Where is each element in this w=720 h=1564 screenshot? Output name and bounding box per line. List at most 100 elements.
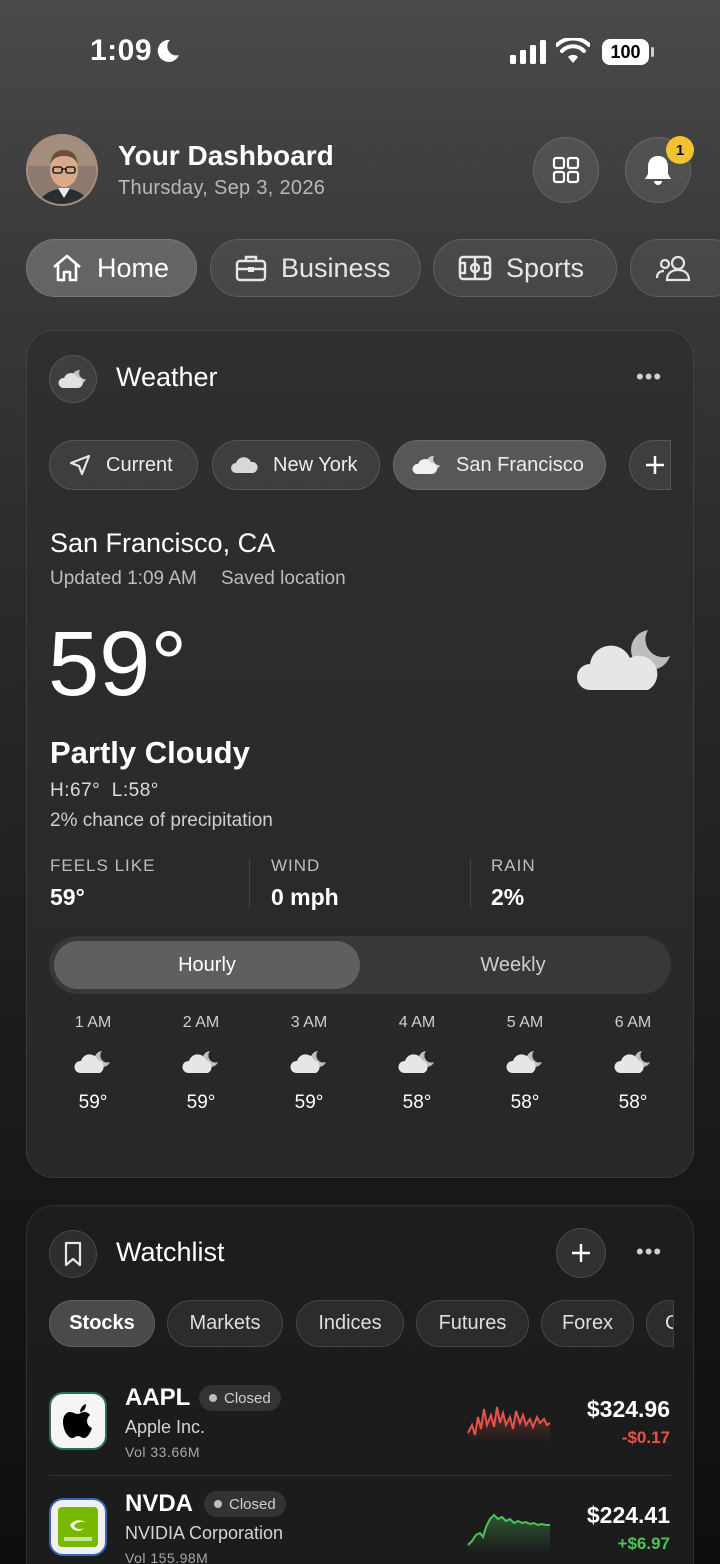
notification-badge: 1 (666, 136, 694, 164)
header-date: Thursday, Sep 3, 2026 (118, 177, 326, 199)
tab-people[interactable] (630, 239, 720, 297)
cellular-signal-icon (510, 40, 546, 64)
hour-temp: 59° (186, 1092, 216, 1113)
status-bar: 1:09 100 (0, 0, 720, 105)
hour-temp: 59° (78, 1092, 108, 1113)
apple-logo-icon (63, 1404, 92, 1438)
market-status-badge: Closed (204, 1491, 286, 1517)
saved-location-label: Saved location (221, 568, 346, 589)
wifi-icon (556, 38, 590, 63)
divider (49, 1475, 671, 1476)
market-status-text: Closed (229, 1495, 276, 1513)
nvda-logo (49, 1498, 107, 1556)
hourly-item: 2 AM 59° (156, 1014, 246, 1114)
location-arrow-icon (69, 454, 91, 476)
tab-business[interactable]: Business (210, 239, 421, 297)
feels-like-label: FEELS LIKE (50, 856, 156, 875)
hourly-item: 6 AM 58° (588, 1014, 678, 1114)
hourly-item: 3 AM 59° (264, 1014, 354, 1114)
cloud-icon (231, 457, 258, 473)
grid-icon (552, 156, 580, 184)
watchlist-tab-markets[interactable]: Markets (167, 1300, 283, 1347)
moon-icon (157, 39, 179, 62)
avatar-image (28, 136, 96, 204)
stock-volume: Vol 155.98M (125, 1550, 209, 1564)
watchlist-tab-forex[interactable]: Forex (541, 1300, 634, 1347)
field-icon (458, 255, 492, 281)
tab-label: Sports (506, 252, 585, 283)
add-location-button[interactable] (629, 440, 671, 490)
weather-condition: Partly Cloudy (50, 735, 250, 770)
partly-cloudy-night-icon (577, 630, 670, 690)
tab-sports[interactable]: Sports (433, 239, 617, 297)
current-temperature: 59° (48, 613, 188, 715)
partly-cloudy-night-icon (398, 1051, 434, 1073)
hour-label: 5 AM (506, 1014, 544, 1031)
stock-price: $324.96 (586, 1396, 670, 1422)
people-icon (655, 255, 691, 282)
partly-cloudy-night-icon (412, 455, 440, 474)
watchlist-tab-futures[interactable]: Futures (416, 1300, 529, 1347)
precipitation-chance: 2% chance of precipitation (50, 810, 273, 831)
wind-label: WIND (271, 856, 321, 875)
nvda-sparkline (467, 1513, 550, 1553)
hourly-item: 4 AM 58° (372, 1014, 462, 1114)
hour-label: 6 AM (614, 1014, 652, 1031)
hour-label: 2 AM (182, 1014, 220, 1031)
status-time: 1:09 (90, 34, 153, 67)
stock-price: $224.41 (586, 1502, 670, 1528)
watchlist-more-button[interactable]: ••• (636, 1239, 662, 1265)
hour-label: 1 AM (74, 1014, 112, 1031)
partly-cloudy-night-icon (614, 1051, 650, 1073)
avatar[interactable] (26, 134, 98, 206)
stock-change: +$6.97 (617, 1534, 670, 1553)
divider (249, 858, 250, 908)
location-chip-new-york[interactable]: New York (212, 440, 380, 490)
hour-label: 4 AM (398, 1014, 436, 1031)
weekly-tab[interactable]: Weekly (360, 941, 666, 989)
stock-symbol: AAPL (125, 1384, 191, 1411)
watchlist-tab-indices[interactable]: Indices (296, 1300, 404, 1347)
watchlist-tab-stocks[interactable]: Stocks (49, 1300, 155, 1347)
company-name: NVIDIA Corporation (125, 1523, 284, 1543)
watchlist-card-icon (49, 1230, 97, 1278)
watchlist-title: Watchlist (116, 1237, 225, 1267)
market-status-badge: Closed (199, 1385, 281, 1411)
tab-label: Business (281, 252, 391, 283)
hour-temp: 58° (402, 1092, 432, 1113)
chip-label: San Francisco (456, 453, 584, 476)
forecast-segmented-control: Hourly Weekly (49, 936, 671, 994)
partly-cloudy-night-icon (290, 1051, 326, 1073)
battery-level: 100 (610, 41, 641, 62)
page-title: Your Dashboard (118, 140, 334, 171)
location-chip-current[interactable]: Current (49, 440, 198, 490)
aapl-sparkline (467, 1406, 551, 1443)
weather-more-button[interactable]: ••• (636, 364, 662, 390)
location-name: San Francisco, CA (50, 528, 276, 558)
widgets-button[interactable] (533, 137, 599, 203)
chip-label: Current (106, 453, 173, 476)
hour-temp: 59° (294, 1092, 324, 1113)
location-chip-san-francisco[interactable]: San Francisco (393, 440, 606, 490)
feels-like-value: 59° (50, 884, 85, 910)
company-name: Apple Inc. (125, 1417, 206, 1437)
plus-icon (646, 456, 664, 474)
briefcase-icon (235, 255, 267, 282)
hourly-tab[interactable]: Hourly (54, 941, 360, 989)
bookmark-icon (64, 1241, 82, 1267)
hour-temp: 58° (510, 1092, 540, 1113)
updated-time: Updated 1:09 AM (50, 568, 197, 589)
high-low: H:67° L:58° (50, 780, 159, 801)
tab-home[interactable]: Home (26, 239, 197, 297)
rain-value: 2% (491, 884, 525, 910)
hour-label: 3 AM (290, 1014, 328, 1031)
weather-card-icon (49, 355, 97, 403)
tab-label: Home (97, 252, 170, 283)
add-stock-button[interactable] (556, 1228, 606, 1278)
hourly-item: 5 AM 58° (480, 1014, 570, 1114)
wind-value: 0 mph (271, 884, 339, 910)
divider (470, 858, 471, 908)
rain-label: RAIN (491, 856, 536, 875)
market-status-text: Closed (224, 1389, 271, 1407)
home-icon (53, 254, 81, 282)
